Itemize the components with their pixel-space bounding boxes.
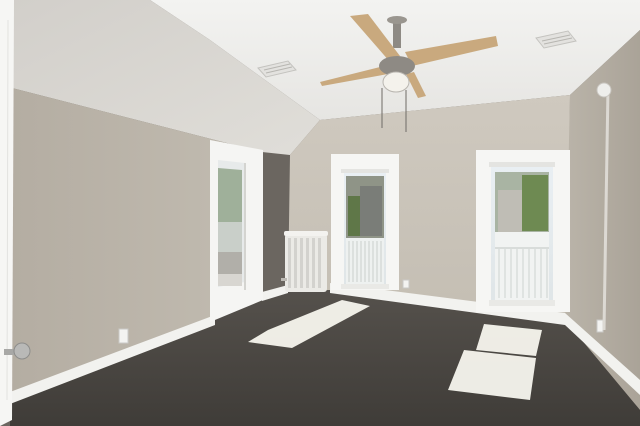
right-window	[476, 150, 570, 312]
room-photo	[0, 0, 640, 426]
radiator	[281, 231, 328, 292]
open-doorway	[210, 140, 263, 322]
interior-door-edge	[0, 0, 14, 426]
left-window	[331, 154, 399, 290]
room-illustration	[0, 0, 640, 426]
